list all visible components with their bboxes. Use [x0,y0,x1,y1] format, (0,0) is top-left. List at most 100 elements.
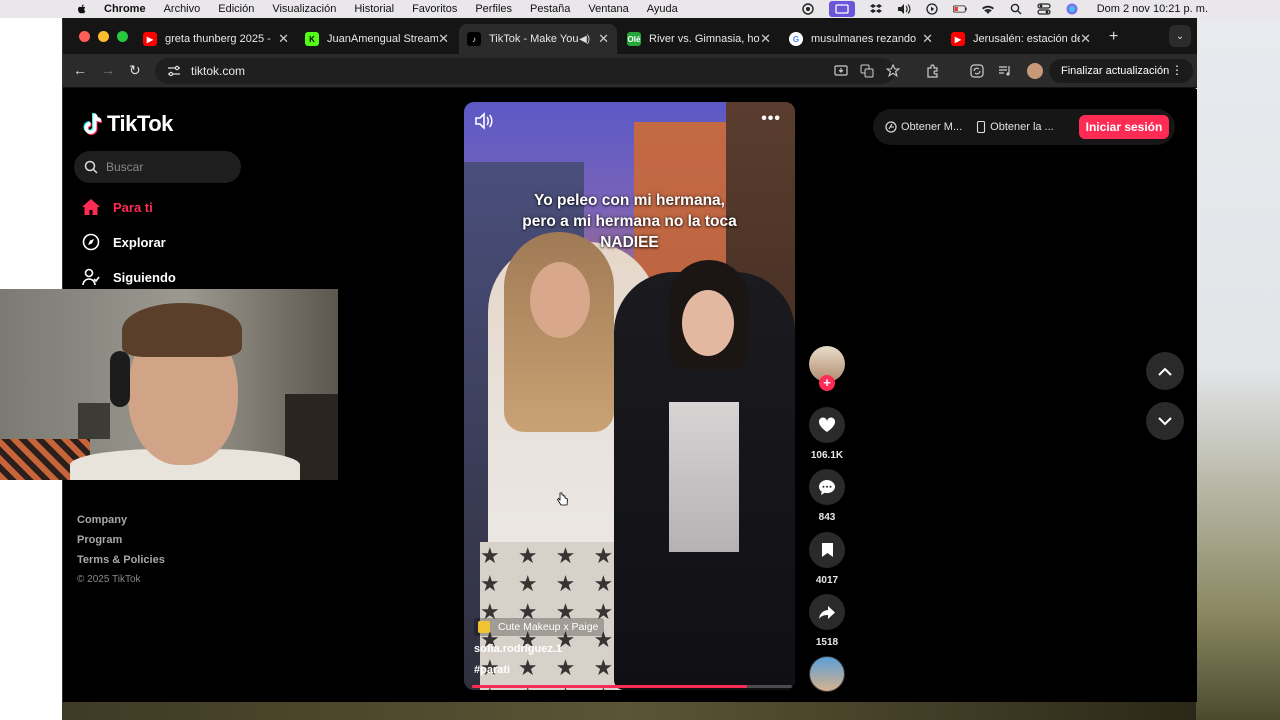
next-video-button[interactable] [1146,402,1184,440]
menu-ayuda[interactable]: Ayuda [647,3,678,15]
menubar-clock[interactable]: Dom 2 nov 10:21 p. m. [1097,3,1208,15]
bookmark-icon[interactable] [809,532,845,568]
tab-ole-river[interactable]: Olé River vs. Gimnasia, hoy ✕ [619,24,779,54]
sync-icon[interactable] [969,63,985,79]
extensions-icon[interactable] [925,63,941,79]
search-box[interactable] [74,151,241,183]
tab-bar: ▶ greta thunberg 2025 - ✕ K JuanAmengual… [63,18,1197,54]
close-tab-icon[interactable]: ✕ [278,31,289,47]
tab-kick-stream[interactable]: K JuanAmengual Stream ✕ [297,24,457,54]
tab-audio-icon[interactable]: ◀) [579,34,590,45]
menu-ventana[interactable]: Ventana [588,3,628,15]
reload-button[interactable]: ↻ [129,62,141,79]
menu-perfiles[interactable]: Perfiles [475,3,512,15]
macos-menubar: Chrome Archivo Edición Visualización His… [0,0,1280,18]
tab-search-chevron-icon[interactable]: ⌄ [1169,25,1191,47]
nav-explore[interactable]: Explorar [81,232,166,252]
bookmark-star-icon[interactable] [885,63,901,79]
volume-icon[interactable] [897,3,911,15]
youtube-icon: ▶ [143,32,157,46]
volume-icon[interactable] [474,112,494,130]
menu-archivo[interactable]: Archivo [164,3,201,15]
previous-video-button[interactable] [1146,352,1184,390]
close-window-button[interactable] [79,31,90,42]
zoom-window-button[interactable] [117,31,128,42]
share-action[interactable]: 1518 [807,594,847,648]
tab-youtube-jerusalen[interactable]: ▶ Jerusalén: estación de ✕ [943,24,1099,54]
search-input[interactable] [106,160,226,174]
control-center-icon[interactable] [1037,3,1051,15]
like-action[interactable]: 106.1K [807,407,847,461]
link-company[interactable]: Company [77,514,165,526]
comment-action[interactable]: 843 [807,469,847,523]
browser-menu-icon[interactable]: ⋮ [1171,63,1183,77]
music-label[interactable]: Cute Makeup x Paige [474,618,605,636]
share-icon[interactable] [809,594,845,630]
video-progress-bar[interactable] [472,685,792,688]
tiktok-logo[interactable]: TikTok [81,111,173,137]
login-button[interactable]: Iniciar sesión [1079,115,1169,139]
tab-tiktok[interactable]: ♪ TikTok - Make Your ◀) ✕ [459,24,617,54]
close-tab-icon[interactable]: ✕ [760,31,771,47]
follow-plus-icon[interactable]: + [819,375,835,391]
back-button[interactable]: ← [73,62,87,78]
menu-app-name[interactable]: Chrome [104,3,146,15]
sound-avatar[interactable] [809,656,845,692]
tab-title: greta thunberg 2025 - [165,33,271,45]
tab-google-search[interactable]: G musulmanes rezando ✕ [781,24,941,54]
new-tab-button[interactable]: + [1109,28,1118,46]
minimize-window-button[interactable] [98,31,109,42]
heart-icon[interactable] [809,407,845,443]
finish-update-button[interactable]: Finalizar actualización ⋮ [1049,59,1193,83]
chevron-up-icon [1158,367,1172,376]
tiktok-icon: ♪ [467,32,481,46]
apple-icon[interactable] [76,3,88,15]
update-label: Finalizar actualización [1061,65,1170,77]
address-bar[interactable]: tiktok.com [155,58,895,84]
get-app-button[interactable]: Obtener M... [885,121,962,133]
wifi-icon[interactable] [981,3,995,15]
play-circle-icon[interactable] [925,3,939,15]
menu-favoritos[interactable]: Favoritos [412,3,457,15]
video-player[interactable]: ★ ★ ★ ★ ★ ★ ★ ★ ★ ★ ★ ★ ★ ★ ★ ★ ★ ★ ★ ★ … [464,102,795,690]
screen-record-icon[interactable] [801,3,815,15]
url-text: tiktok.com [191,64,246,78]
video-caption-overlay: Yo peleo con mi hermana, pero a mi herma… [464,190,795,253]
close-tab-icon[interactable]: ✕ [1080,31,1091,47]
install-app-icon[interactable] [833,63,849,79]
nav-for-you[interactable]: Para ti [81,197,153,217]
more-options-icon[interactable]: ••• [761,110,781,128]
nav-following[interactable]: Siguiendo [81,267,176,287]
battery-icon[interactable] [952,3,967,15]
tab-youtube-greta[interactable]: ▶ greta thunberg 2025 - ✕ [135,24,297,54]
media-controls-icon[interactable] [997,63,1013,79]
link-program[interactable]: Program [77,534,165,546]
comment-icon[interactable] [809,469,845,505]
video-person-right-face [682,290,734,356]
menu-edicion[interactable]: Edición [218,3,254,15]
video-author[interactable]: sofia.rodriguez.1 [474,643,562,655]
spotlight-search-icon[interactable] [1009,3,1023,15]
top-right-actions: Obtener M... Obtener la ... Iniciar sesi… [873,109,1175,145]
dropbox-icon[interactable] [869,3,883,15]
window-controls [79,31,128,42]
site-settings-icon[interactable] [167,65,181,77]
link-terms-policies[interactable]: Terms & Policies [77,554,165,566]
close-tab-icon[interactable]: ✕ [438,31,449,47]
menu-historial[interactable]: Historial [354,3,394,15]
translate-icon[interactable] [859,63,875,79]
close-tab-icon[interactable]: ✕ [598,31,609,47]
menu-pestana[interactable]: Pestaña [530,3,570,15]
get-desktop-app-button[interactable]: Obtener la ... [976,121,1054,133]
profile-avatar[interactable] [1027,63,1043,79]
video-hashtag[interactable]: #parati [474,664,510,676]
forward-button[interactable]: → [101,62,115,78]
nav-label: Explorar [113,234,166,250]
siri-icon[interactable] [1065,3,1079,15]
screen-mirror-icon[interactable] [828,1,855,17]
get-app-label: Obtener M... [901,121,963,133]
close-tab-icon[interactable]: ✕ [922,31,933,47]
save-action[interactable]: 4017 [807,532,847,586]
share-count: 1518 [815,637,839,648]
menu-visualizacion[interactable]: Visualización [272,3,336,15]
